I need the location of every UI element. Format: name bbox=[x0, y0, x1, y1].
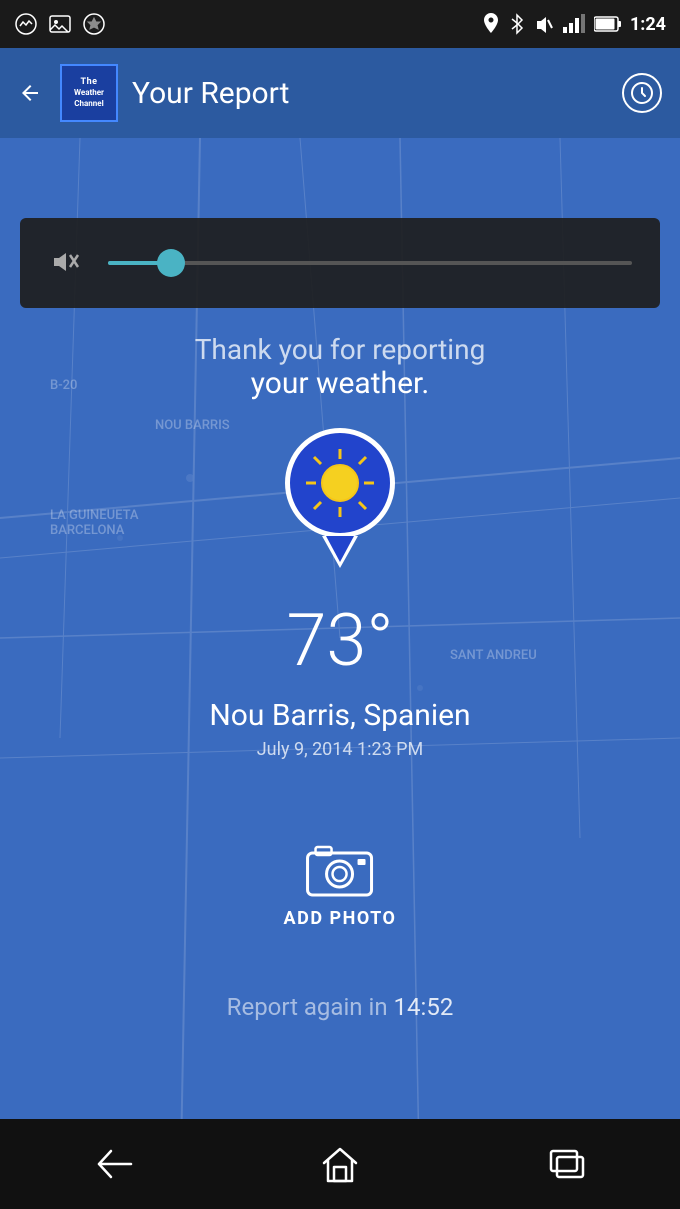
location-datetime: July 9, 2014 1:23 PM bbox=[0, 739, 680, 760]
soccer-icon bbox=[82, 12, 106, 36]
pin-circle bbox=[285, 428, 395, 538]
status-left-icons bbox=[14, 12, 106, 36]
location-name: Nou Barris, Spanien bbox=[0, 698, 680, 733]
status-bar: 1:24 bbox=[0, 0, 680, 48]
nav-back-button[interactable] bbox=[83, 1134, 143, 1194]
header-left: The Weather Channel Your Report bbox=[18, 64, 289, 122]
report-again-text: Report again in 14:52 bbox=[227, 993, 454, 1021]
page-title: Your Report bbox=[132, 76, 289, 111]
temperature-value: 73° bbox=[286, 598, 393, 683]
camera-icon bbox=[305, 838, 375, 898]
report-again-section: Report again in 14:52 bbox=[0, 993, 680, 1021]
nav-bar bbox=[0, 1119, 680, 1209]
add-photo-button[interactable]: ADD PHOTO bbox=[284, 838, 397, 929]
nav-recents-button[interactable] bbox=[537, 1134, 597, 1194]
signal-icon bbox=[562, 13, 586, 35]
thank-you-line1: Thank you for reporting bbox=[0, 333, 680, 366]
map-area: NOU BARRIS LA GUINEUETABARCELONA SANT AN… bbox=[0, 138, 680, 1209]
thank-you-message: Thank you for reporting your weather. bbox=[0, 333, 680, 401]
add-photo-label: ADD PHOTO bbox=[284, 908, 397, 929]
status-right-icons: 1:24 bbox=[482, 13, 666, 35]
bluetooth-icon bbox=[508, 13, 526, 35]
pin-tail-inner bbox=[326, 536, 354, 562]
slider-track[interactable] bbox=[108, 261, 632, 265]
image-icon bbox=[48, 12, 72, 36]
back-arrow-icon[interactable] bbox=[18, 81, 42, 105]
location-icon bbox=[482, 13, 500, 35]
app-header: The Weather Channel Your Report bbox=[0, 48, 680, 138]
sun-icon bbox=[302, 445, 378, 521]
report-again-prefix: Report again in bbox=[227, 993, 394, 1021]
volume-slider[interactable] bbox=[20, 218, 660, 308]
location-info: Nou Barris, Spanien July 9, 2014 1:23 PM bbox=[0, 698, 680, 760]
temperature-display: 73° bbox=[0, 598, 680, 683]
battery-icon bbox=[594, 15, 622, 33]
report-again-countdown: 14:52 bbox=[394, 993, 454, 1021]
status-time: 1:24 bbox=[630, 14, 666, 35]
sound-mute-icon bbox=[534, 13, 554, 35]
weather-pin bbox=[285, 428, 395, 568]
weather-channel-logo: The Weather Channel bbox=[60, 64, 118, 122]
slider-thumb[interactable] bbox=[157, 249, 185, 277]
nav-home-button[interactable] bbox=[310, 1134, 370, 1194]
thank-you-line2: your weather. bbox=[0, 366, 680, 401]
history-button[interactable] bbox=[622, 73, 662, 113]
mute-icon bbox=[48, 245, 84, 281]
messenger-icon bbox=[14, 12, 38, 36]
